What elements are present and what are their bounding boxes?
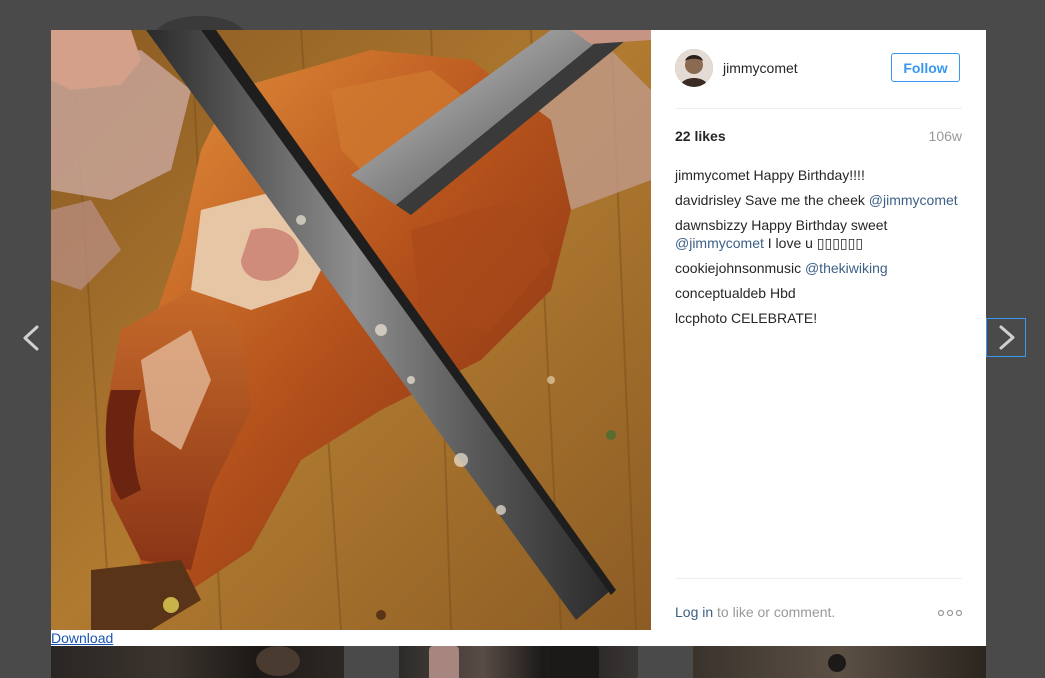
comment-text: Hbd xyxy=(766,285,796,301)
comment: lccphoto CELEBRATE! xyxy=(675,309,962,327)
comment-list: jimmycomet Happy Birthday!!!! davidrisle… xyxy=(675,166,962,334)
comment-text: Happy Birthday sweet xyxy=(747,217,888,233)
comment-author[interactable]: conceptualdeb xyxy=(675,285,766,301)
roast-pig-photo xyxy=(51,30,651,630)
post-footer: Log in to like or comment. xyxy=(675,578,963,647)
comment-text: Happy Birthday!!!! xyxy=(749,167,865,183)
comment: cookiejohnsonmusic @thekiwiking xyxy=(675,259,962,277)
chevron-left-icon xyxy=(23,325,39,351)
comment-text-after: I love u ▯▯▯▯▯▯ xyxy=(763,235,864,251)
comment-mention[interactable]: @jimmycomet xyxy=(869,192,958,208)
comment-text: Save me the cheek xyxy=(741,192,869,208)
comment-author[interactable]: davidrisley xyxy=(675,192,741,208)
login-link[interactable]: Log in xyxy=(675,604,713,620)
post-age[interactable]: 106w xyxy=(929,128,962,144)
follow-button[interactable]: Follow xyxy=(891,53,960,82)
next-post-button[interactable] xyxy=(986,318,1026,357)
comment: dawnsbizzy Happy Birthday sweet @jimmyco… xyxy=(675,216,962,252)
post-header: jimmycomet Follow xyxy=(675,30,962,109)
comment: jimmycomet Happy Birthday!!!! xyxy=(675,166,962,184)
comment-author[interactable]: jimmycomet xyxy=(675,167,750,183)
avatar-image xyxy=(675,49,713,87)
likes-row: 22 likes 106w xyxy=(675,128,962,148)
post-photo[interactable] xyxy=(51,30,651,630)
more-options-button[interactable] xyxy=(937,606,963,618)
likes-count[interactable]: 22 likes xyxy=(675,128,726,144)
login-prompt-text: to like or comment. xyxy=(713,604,836,620)
login-prompt: Log in to like or comment. xyxy=(675,604,835,620)
chevron-right-icon xyxy=(999,325,1015,350)
comment-author[interactable]: dawnsbizzy xyxy=(675,217,747,233)
download-link[interactable]: Download xyxy=(51,630,113,646)
comment-text: CELEBRATE! xyxy=(727,310,818,326)
background-thumbnail xyxy=(399,646,638,678)
post-sidebar: jimmycomet Follow 22 likes 106w jimmycom… xyxy=(675,30,963,647)
previous-post-button[interactable] xyxy=(13,318,51,358)
avatar[interactable] xyxy=(675,49,713,87)
background-thumbnail-grid xyxy=(51,646,986,678)
comment: davidrisley Save me the cheek @jimmycome… xyxy=(675,191,962,209)
post-username[interactable]: jimmycomet xyxy=(723,60,798,76)
background-thumbnail xyxy=(693,646,986,678)
comment: conceptualdeb Hbd xyxy=(675,284,962,302)
comment-author[interactable]: cookiejohnsonmusic xyxy=(675,260,801,276)
post-modal: Download jimmycomet Follow 22 likes 106w… xyxy=(51,30,986,646)
background-thumbnail xyxy=(51,646,344,678)
ellipsis-icon xyxy=(937,609,963,617)
comment-mention[interactable]: @thekiwiking xyxy=(805,260,888,276)
comment-mention[interactable]: @jimmycomet xyxy=(675,235,764,251)
comment-author[interactable]: lccphoto xyxy=(675,310,727,326)
